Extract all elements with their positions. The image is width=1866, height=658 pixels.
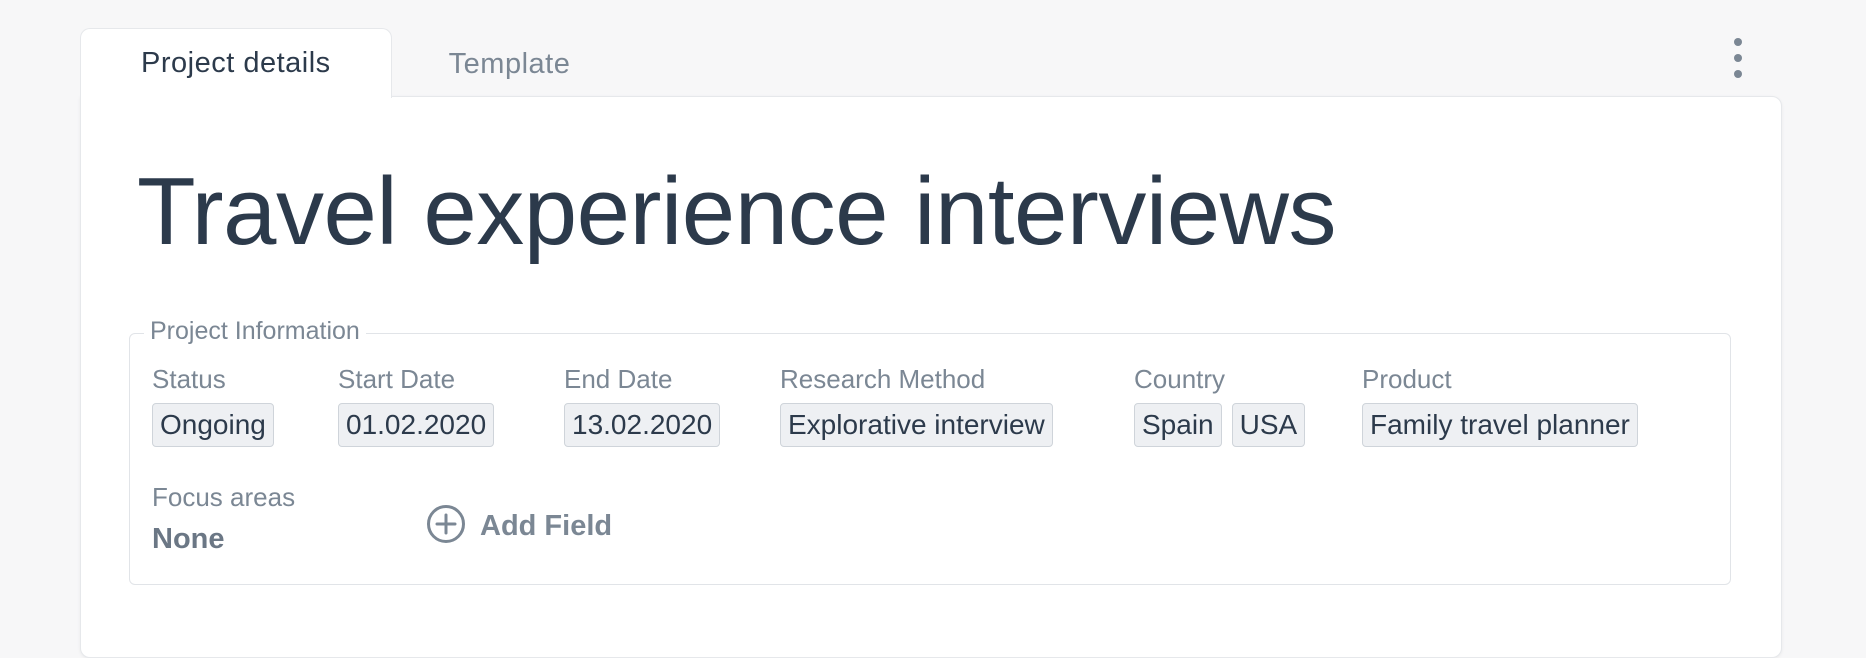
country-chip-spain[interactable]: Spain <box>1134 403 1222 447</box>
country-chip-usa[interactable]: USA <box>1231 403 1306 447</box>
field-focus-areas: Focus areas None <box>152 482 295 556</box>
plus-circle-icon <box>426 504 466 549</box>
field-label: End Date <box>564 364 673 394</box>
research-method-chip[interactable]: Explorative interview <box>780 403 1053 447</box>
field-label: Status <box>152 364 226 394</box>
project-title[interactable]: Travel experience interviews <box>137 157 1336 267</box>
focus-areas-value[interactable]: None <box>152 523 295 556</box>
status-chip[interactable]: Ongoing <box>152 403 274 447</box>
end-date-chip[interactable]: 13.02.2020 <box>564 403 721 447</box>
add-field-button[interactable]: Add Field <box>426 504 612 549</box>
field-label: Country <box>1134 364 1226 394</box>
field-country: Country Spain USA <box>1134 364 1306 447</box>
tab-template[interactable]: Template <box>392 30 571 98</box>
field-label: Start Date <box>338 364 456 394</box>
kebab-dot <box>1734 70 1742 78</box>
project-details-card: Travel experience interviews Project Inf… <box>80 96 1782 658</box>
field-end-date: End Date 13.02.2020 <box>564 364 721 447</box>
project-information-panel: Project Information Status Ongoing Start… <box>129 317 1731 585</box>
field-label: Research Method <box>780 364 986 394</box>
field-product: Product Family travel planner <box>1362 364 1638 447</box>
field-label: Focus areas <box>152 482 296 512</box>
start-date-chip[interactable]: 01.02.2020 <box>338 403 495 447</box>
field-start-date: Start Date 01.02.2020 <box>338 364 495 447</box>
kebab-dot <box>1734 54 1742 62</box>
field-status: Status Ongoing <box>152 364 274 447</box>
field-label: Product <box>1362 364 1452 394</box>
project-information-legend: Project Information <box>144 317 366 346</box>
kebab-dot <box>1734 38 1742 46</box>
kebab-menu-icon[interactable] <box>1724 38 1752 78</box>
tab-bar: Project details Template <box>80 28 570 98</box>
product-chip[interactable]: Family travel planner <box>1362 403 1638 447</box>
tab-project-details[interactable]: Project details <box>80 28 392 98</box>
add-field-label: Add Field <box>480 510 613 542</box>
field-research-method: Research Method Explorative interview <box>780 364 1053 447</box>
